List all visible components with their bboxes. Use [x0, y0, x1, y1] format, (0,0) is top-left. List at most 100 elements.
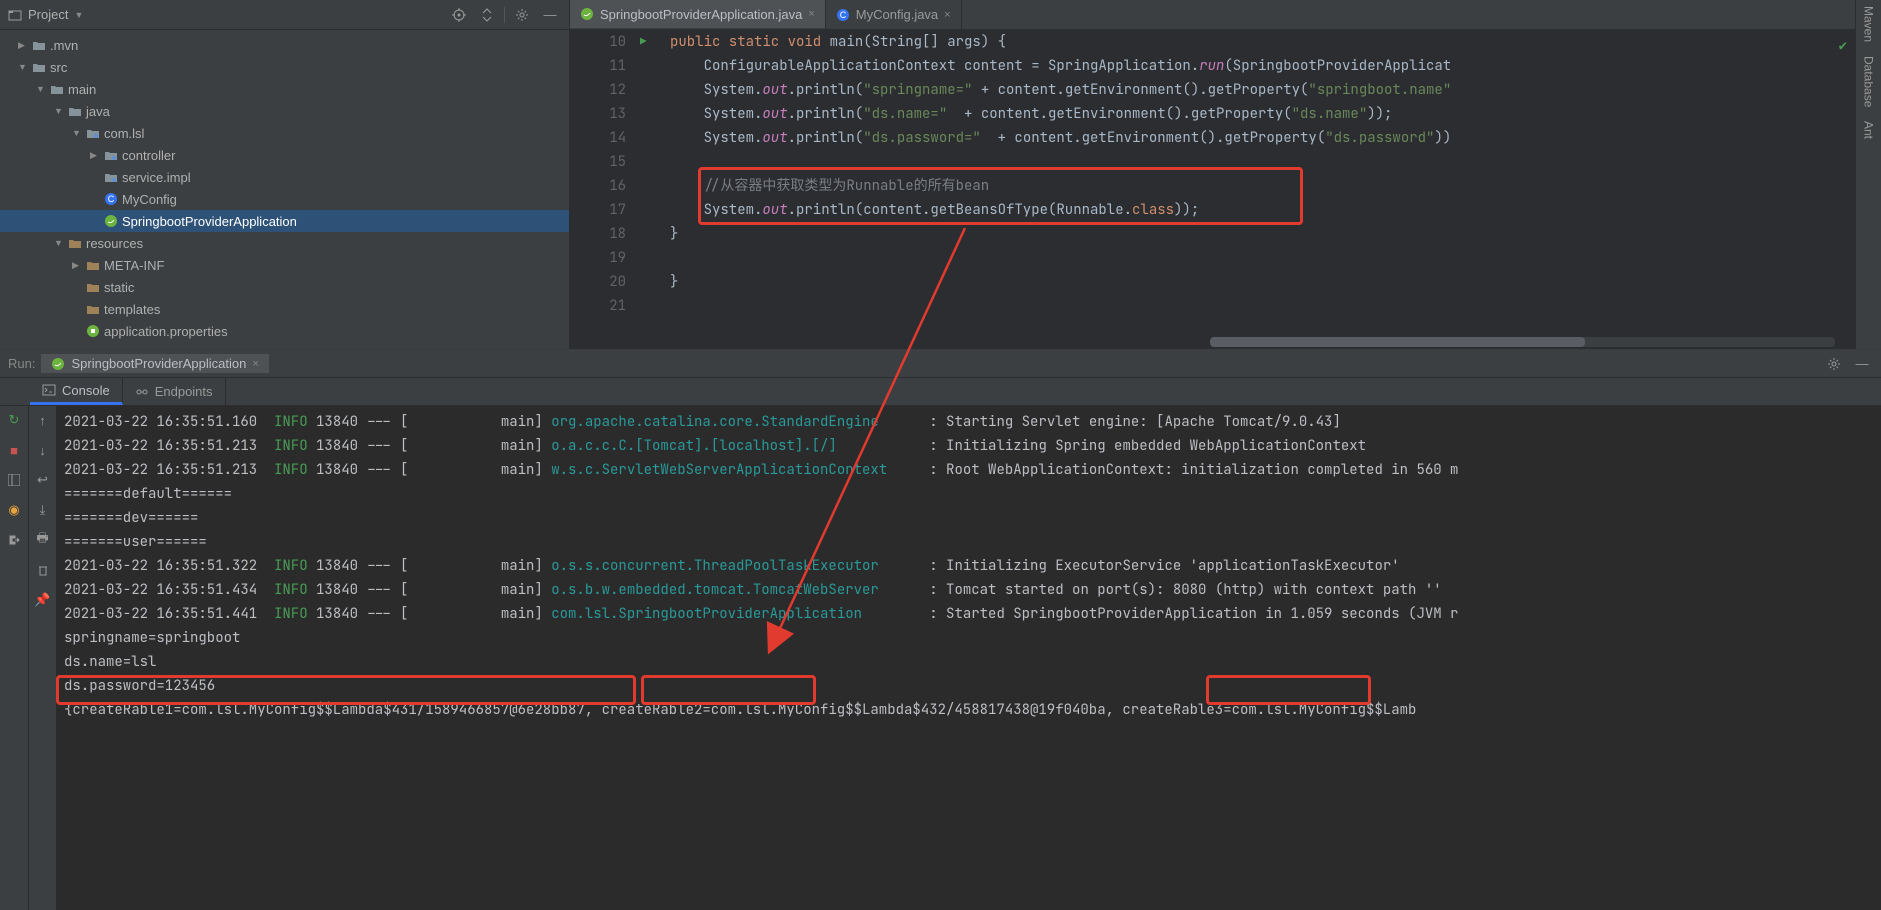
code-line[interactable]: [670, 150, 1855, 174]
tree-item-controller[interactable]: ▶controller: [0, 144, 569, 166]
code-line[interactable]: }: [670, 222, 1855, 246]
wrap-icon[interactable]: ↩: [32, 470, 54, 490]
expand-all-icon[interactable]: [476, 4, 498, 26]
minimize-icon[interactable]: —: [1851, 353, 1873, 375]
tool-window-database[interactable]: Database: [1862, 56, 1876, 107]
run-header: Run: SpringbootProviderApplication × —: [0, 350, 1881, 378]
code-line[interactable]: System.out.println(content.getBeansOfTyp…: [670, 198, 1855, 222]
tree-item-application-properties[interactable]: application.properties: [0, 320, 569, 342]
tree-item-com-lsl[interactable]: ▼com.lsl: [0, 122, 569, 144]
project-tree[interactable]: ▶.mvn▼src▼main▼java▼com.lsl▶controllerse…: [0, 30, 569, 349]
tool-window-maven[interactable]: Maven: [1862, 6, 1876, 42]
gutter-run-icon: [640, 78, 660, 102]
log-line: =======user======: [64, 530, 1873, 554]
print-icon[interactable]: 🖶: [32, 530, 54, 550]
tree-item--mvn[interactable]: ▶.mvn: [0, 34, 569, 56]
console-output[interactable]: 2021-03-22 16:35:51.160 INFO 13840 --- […: [56, 406, 1881, 910]
log-line: =======default======: [64, 482, 1873, 506]
tree-item-main[interactable]: ▼main: [0, 78, 569, 100]
down-icon[interactable]: ↓: [32, 440, 54, 460]
run-label: Run:: [8, 356, 41, 371]
editor-tab-springbootproviderapplication-java[interactable]: SpringbootProviderApplication.java×: [570, 0, 826, 29]
tree-item-static[interactable]: static: [0, 276, 569, 298]
chevron-icon: ▶: [18, 40, 28, 51]
gutter-run-icon[interactable]: ▶: [640, 30, 660, 54]
run-config-tab[interactable]: SpringbootProviderApplication ×: [41, 354, 268, 373]
close-icon[interactable]: ×: [808, 8, 814, 20]
gutter-run-icon: [640, 294, 660, 318]
chevron-icon: ▼: [72, 128, 82, 138]
run-tab-endpoints[interactable]: Endpoints: [123, 378, 226, 405]
project-header: Project ▼ —: [0, 0, 569, 30]
code-line[interactable]: //从容器中获取类型为Runnable的所有bean: [670, 174, 1855, 198]
code-line[interactable]: System.out.println("ds.name=" + content.…: [670, 102, 1855, 126]
tool-window-ant[interactable]: Ant: [1862, 121, 1876, 139]
tree-item-myconfig[interactable]: CMyConfig: [0, 188, 569, 210]
editor-body[interactable]: 101112131415161718192021 ▶ public static…: [570, 30, 1855, 349]
line-number: 11: [570, 54, 626, 78]
tree-item-java[interactable]: ▼java: [0, 100, 569, 122]
log-line: 2021-03-22 16:35:51.213 INFO 13840 --- […: [64, 458, 1873, 482]
run-side-toolbar: ↻ ■ ◉: [0, 406, 28, 910]
scroll-icon[interactable]: ⤓: [32, 500, 54, 520]
log-line: ds.name=lsl: [64, 650, 1873, 674]
project-title-label: Project: [28, 7, 68, 22]
check-icon: ✔: [1839, 34, 1847, 58]
close-icon[interactable]: ×: [252, 358, 258, 370]
log-line: 2021-03-22 16:35:51.322 INFO 13840 --- […: [64, 554, 1873, 578]
tree-item-label: controller: [122, 148, 175, 163]
tree-item-templates[interactable]: templates: [0, 298, 569, 320]
exit-icon[interactable]: [3, 530, 25, 550]
resfolder-icon: [86, 258, 100, 272]
tree-item-springbootproviderapplication[interactable]: SpringbootProviderApplication: [0, 210, 569, 232]
code-line[interactable]: ConfigurableApplicationContext content =…: [670, 54, 1855, 78]
gear-icon[interactable]: [1823, 353, 1845, 375]
tree-item-label: META-INF: [104, 258, 164, 273]
code-line[interactable]: [670, 294, 1855, 318]
resfolder-icon: [68, 236, 82, 250]
tree-item-src[interactable]: ▼src: [0, 56, 569, 78]
horizontal-scrollbar[interactable]: [1210, 337, 1835, 347]
log-line: {createRable1=com.lsl.MyConfig$$Lambda$4…: [64, 698, 1873, 722]
close-icon[interactable]: ×: [944, 9, 950, 21]
tab-label: MyConfig.java: [856, 7, 938, 22]
tree-item-resources[interactable]: ▼resources: [0, 232, 569, 254]
project-title-dropdown[interactable]: Project ▼: [8, 7, 448, 22]
run-tab-console[interactable]: Console: [30, 378, 123, 405]
code-line[interactable]: public static void main(String[] args) {: [670, 30, 1855, 54]
console-side-toolbar: ↑ ↓ ↩ ⤓ 🖶 📌: [28, 406, 56, 910]
editor-tab-myconfig-java[interactable]: CMyConfig.java×: [826, 0, 962, 29]
package-icon: [104, 148, 118, 162]
minimize-icon[interactable]: —: [539, 4, 561, 26]
dump-icon[interactable]: ◉: [3, 500, 25, 520]
layout-icon[interactable]: [3, 470, 25, 490]
line-number: 18: [570, 222, 626, 246]
code-line[interactable]: System.out.println("ds.password=" + cont…: [670, 126, 1855, 150]
code-line[interactable]: [670, 246, 1855, 270]
tree-item-label: application.properties: [104, 324, 228, 339]
trash-icon[interactable]: [32, 560, 54, 580]
code-line[interactable]: System.out.println("springname=" + conte…: [670, 78, 1855, 102]
svg-text:C: C: [108, 194, 115, 204]
log-line: 2021-03-22 16:35:51.441 INFO 13840 --- […: [64, 602, 1873, 626]
spring-icon: [51, 357, 65, 371]
gear-icon[interactable]: [511, 4, 533, 26]
right-tool-strip: Maven Database Ant: [1855, 0, 1881, 349]
tree-item-service-impl[interactable]: service.impl: [0, 166, 569, 188]
tree-item-label: service.impl: [122, 170, 191, 185]
stop-icon[interactable]: ■: [3, 440, 25, 460]
pin-icon[interactable]: 📌: [32, 590, 54, 610]
rerun-icon[interactable]: ↻: [3, 410, 25, 430]
target-icon[interactable]: [448, 4, 470, 26]
tree-item-label: static: [104, 280, 134, 295]
resfolder-icon: [86, 302, 100, 316]
gutter-run-icon: [640, 174, 660, 198]
folder-icon: [68, 104, 82, 118]
tree-item-label: src: [50, 60, 67, 75]
tree-item-meta-inf[interactable]: ▶META-INF: [0, 254, 569, 276]
line-number: 10: [570, 30, 626, 54]
code-line[interactable]: }: [670, 270, 1855, 294]
gutter-run-icon: [640, 150, 660, 174]
up-icon[interactable]: ↑: [32, 410, 54, 430]
cfg-icon: [86, 324, 100, 338]
